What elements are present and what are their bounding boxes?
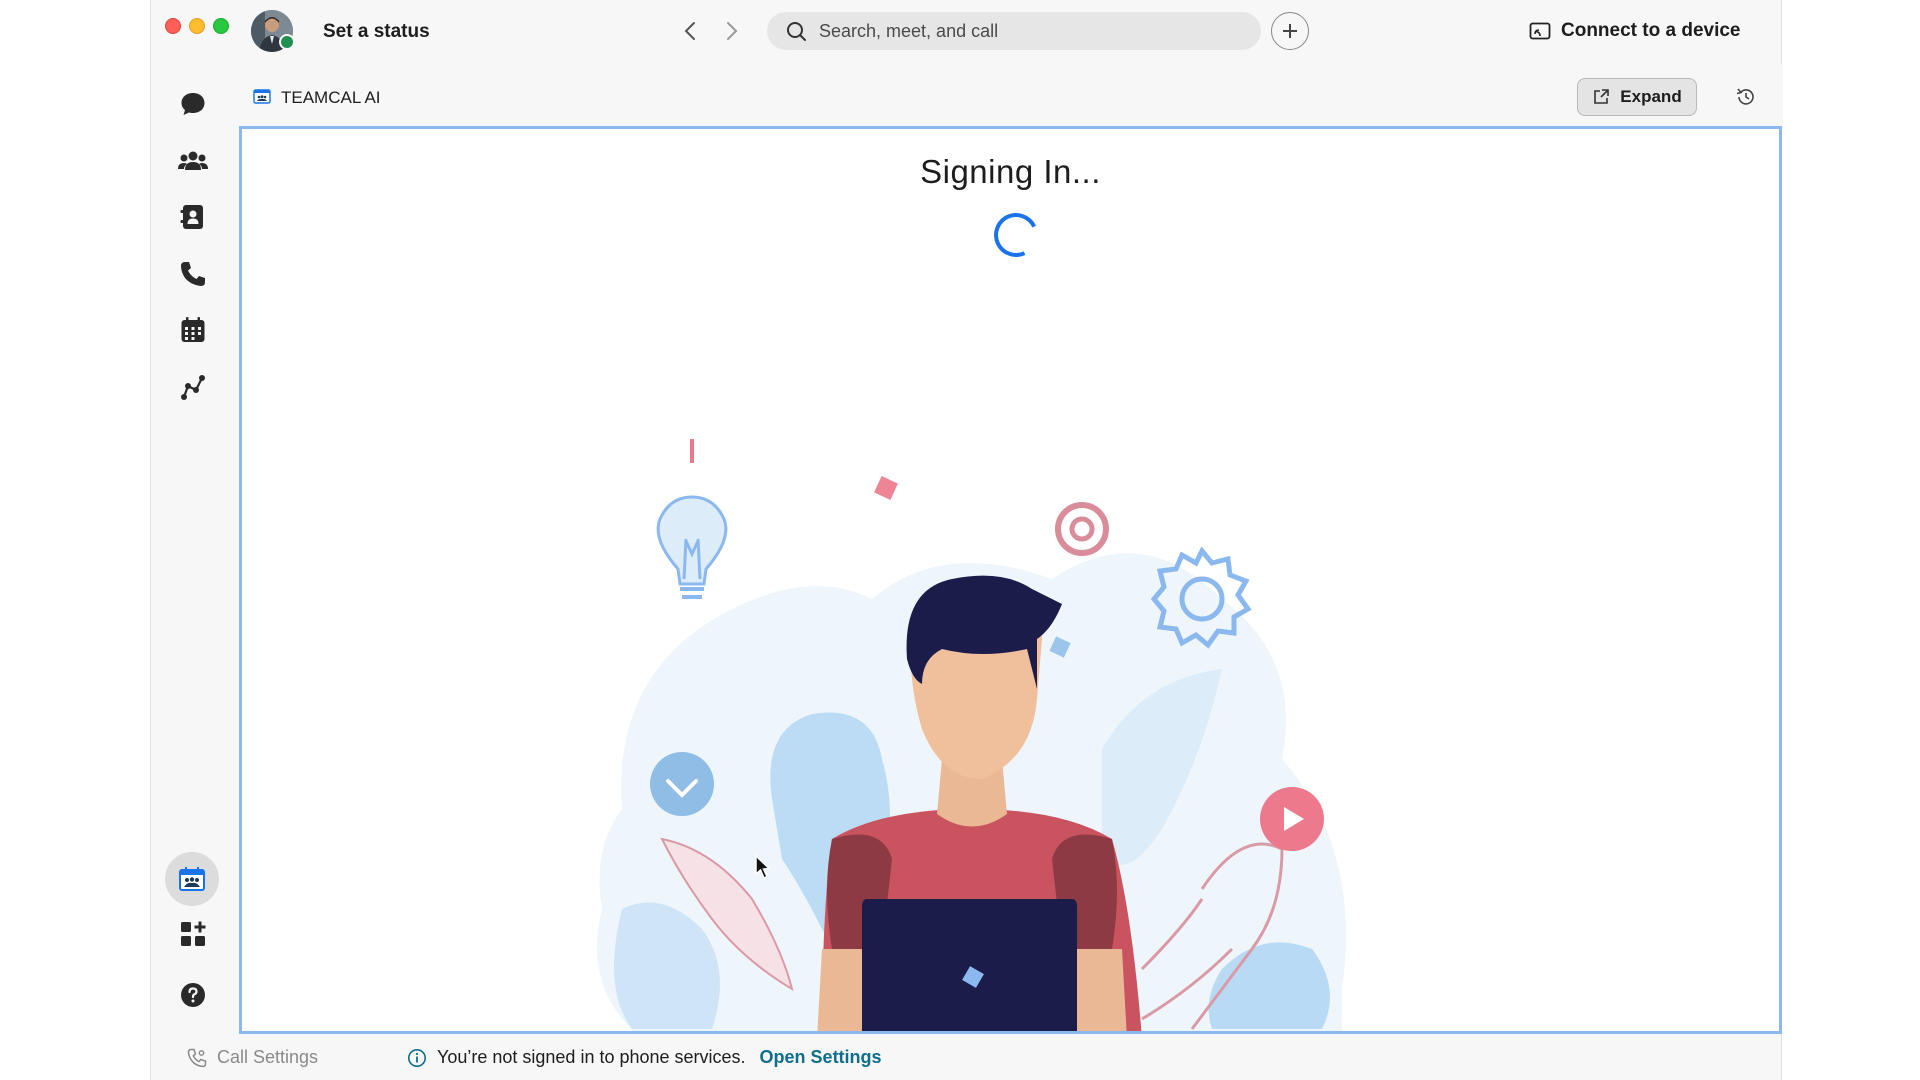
phone-services-notice: You’re not signed in to phone services. … xyxy=(407,1047,882,1068)
set-status-button[interactable]: Set a status xyxy=(323,21,430,43)
new-action-button[interactable] xyxy=(1271,12,1309,50)
graph-nodes-icon xyxy=(181,375,205,400)
info-icon xyxy=(408,1048,426,1067)
people-group-icon xyxy=(178,151,208,170)
help-icon xyxy=(181,983,205,1007)
call-settings-button[interactable]: Call Settings xyxy=(187,1047,318,1068)
sidebar-item-analytics[interactable] xyxy=(173,367,213,407)
app-window: Set a status Connec xyxy=(150,0,1783,1080)
connect-device-label: Connect to a device xyxy=(1561,20,1741,41)
phone-icon xyxy=(181,262,205,286)
signing-in-heading: Signing In... xyxy=(920,153,1101,190)
teamcal-app-icon xyxy=(179,867,205,891)
sidebar-item-teamcal-app[interactable] xyxy=(165,852,219,906)
chevron-right-icon xyxy=(727,22,738,40)
sidebar-item-apps[interactable] xyxy=(173,914,213,954)
sidebar-item-contacts[interactable] xyxy=(173,197,213,237)
loading-spinner xyxy=(987,206,1045,264)
sidebar-item-calling[interactable] xyxy=(173,254,213,294)
presence-status-indicator xyxy=(279,34,295,50)
calendar-icon xyxy=(181,317,205,342)
refresh-history-icon xyxy=(1736,88,1754,105)
forward-button[interactable] xyxy=(717,16,747,46)
chevron-left-icon xyxy=(684,22,695,40)
person-at-laptop-illustration xyxy=(597,439,1346,1031)
status-bar: Call Settings You’re not signed in to ph… xyxy=(151,1034,1781,1080)
refresh-button[interactable] xyxy=(1733,84,1759,110)
sidebar xyxy=(151,64,235,1034)
sidebar-item-calendar[interactable] xyxy=(173,310,213,350)
app-title: TEAMCAL AI xyxy=(281,88,381,107)
sidebar-item-messaging[interactable] xyxy=(173,84,213,124)
chat-bubble-icon xyxy=(181,93,205,115)
expand-button[interactable]: Expand xyxy=(1577,78,1697,116)
cast-device-icon xyxy=(1529,22,1551,40)
zoom-window-button[interactable] xyxy=(213,18,229,34)
teamcal-app-icon xyxy=(253,89,271,104)
title-bar: Set a status Connec xyxy=(151,0,1781,64)
contact-book-icon xyxy=(180,205,203,229)
search-icon xyxy=(787,22,806,41)
apps-grid-icon xyxy=(181,921,206,946)
open-settings-link[interactable]: Open Settings xyxy=(760,1047,882,1068)
notice-text: You’re not signed in to phone services. xyxy=(437,1047,746,1067)
sidebar-item-help[interactable] xyxy=(173,975,213,1015)
search-input[interactable] xyxy=(819,20,1239,42)
app-content-frame: Signing In... xyxy=(239,126,1782,1034)
app-header: TEAMCAL AI Expand xyxy=(235,64,1783,128)
mouse-pointer-icon xyxy=(755,854,771,880)
expand-label: Expand xyxy=(1620,87,1682,106)
call-settings-label: Call Settings xyxy=(217,1047,319,1067)
back-button[interactable] xyxy=(675,16,705,46)
minimize-window-button[interactable] xyxy=(189,18,205,34)
phone-settings-icon xyxy=(187,1048,207,1067)
search-bar[interactable] xyxy=(767,12,1261,50)
close-window-button[interactable] xyxy=(165,18,181,34)
connect-device-button[interactable]: Connect to a device xyxy=(1529,20,1741,42)
external-expand-icon xyxy=(1594,89,1610,104)
sidebar-item-teams[interactable] xyxy=(173,141,213,181)
plus-icon xyxy=(1283,24,1297,38)
